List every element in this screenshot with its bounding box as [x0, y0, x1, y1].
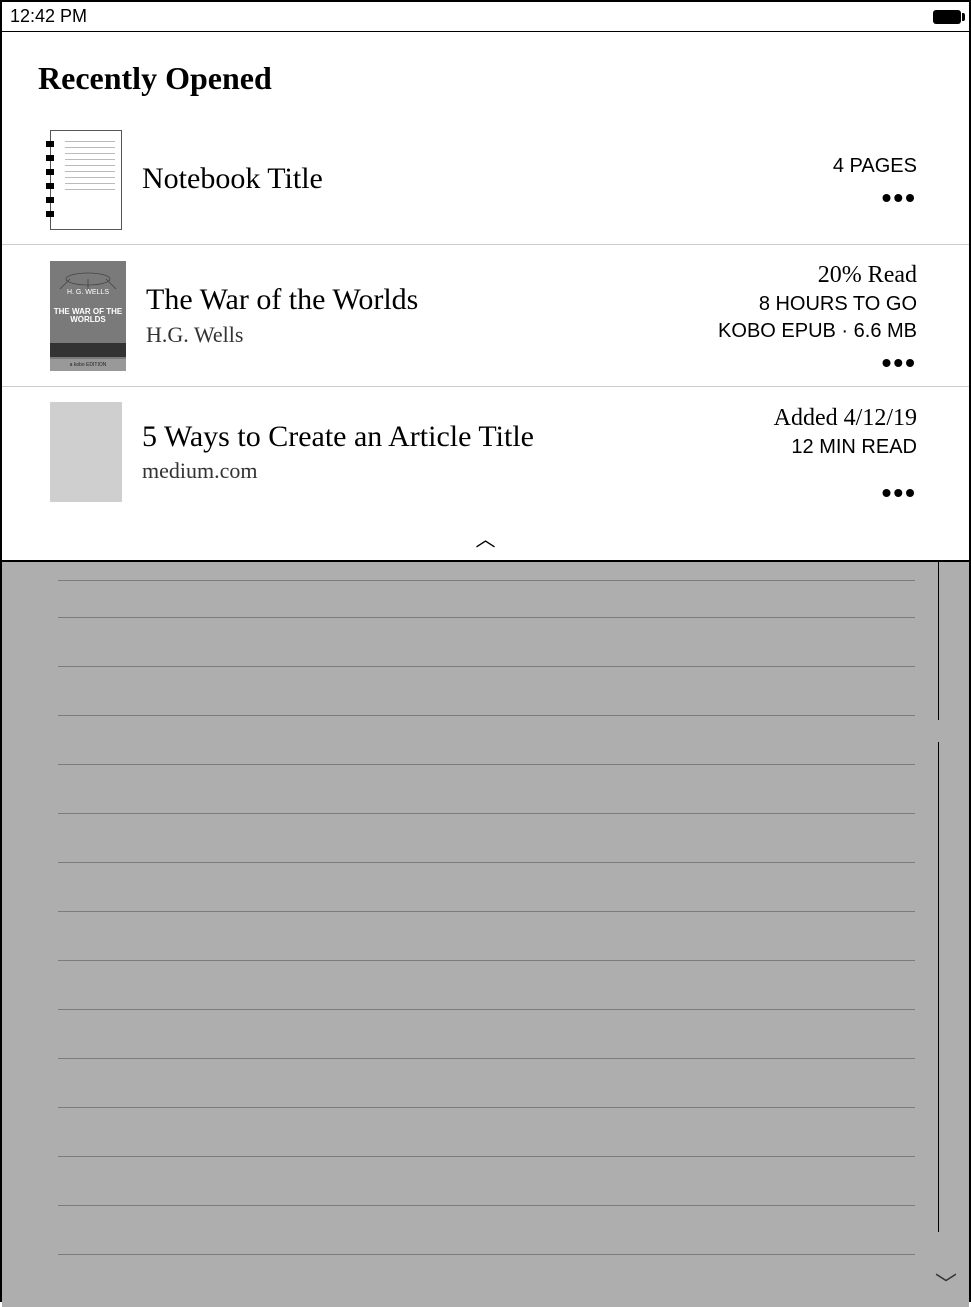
list-item-book[interactable]: H. G. WELLS THE WAR OF THE WORLDS a kobo… [2, 245, 969, 387]
more-options-icon[interactable]: ••• [713, 485, 917, 502]
item-title: The War of the Worlds [146, 283, 713, 318]
scroll-indicator [938, 742, 939, 1232]
item-meta: 20% Read 8 HOURS TO GO KOBO EPUB · 6.6 M… [713, 259, 933, 372]
item-main: 5 Ways to Create an Article Title medium… [142, 420, 713, 485]
format-size: KOBO EPUB · 6.6 MB [713, 318, 917, 345]
status-time: 12:42 PM [10, 6, 87, 27]
article-thumbnail-placeholder [50, 402, 122, 502]
cover-edition: a kobo EDITION [50, 359, 126, 371]
expand-panel-icon[interactable]: ﹀ [935, 1267, 957, 1299]
section-title: Recently Opened [2, 32, 969, 115]
scroll-indicator [938, 560, 939, 720]
cover-author: H. G. WELLS [50, 289, 126, 296]
item-main: The War of the Worlds H.G. Wells [146, 283, 713, 348]
more-options-icon[interactable]: ••• [713, 190, 917, 207]
collapse-panel-icon[interactable]: ︿ [2, 517, 969, 560]
pages-label: 4 PAGES [713, 153, 917, 180]
ruled-lines [58, 580, 915, 1307]
item-source: medium.com [142, 458, 713, 484]
notebook-canvas[interactable]: ﹀ [2, 562, 969, 1307]
book-cover-thumbnail: H. G. WELLS THE WAR OF THE WORLDS a kobo… [50, 261, 126, 371]
list-item-notebook[interactable]: Notebook Title 4 PAGES ••• [2, 115, 969, 245]
item-main: Notebook Title [142, 162, 713, 197]
recently-opened-panel: Recently Opened Notebook Title 4 PAGES •… [2, 32, 969, 562]
read-percent: 20% Read [713, 259, 917, 291]
list-item-article[interactable]: 5 Ways to Create an Article Title medium… [2, 387, 969, 517]
read-time: 12 MIN READ [713, 434, 917, 461]
item-title: Notebook Title [142, 162, 713, 197]
item-author: H.G. Wells [146, 322, 713, 348]
item-meta: 4 PAGES ••• [713, 153, 933, 207]
status-bar: 12:42 PM [2, 2, 969, 32]
notebook-thumbnail-icon [50, 130, 122, 230]
more-options-icon[interactable]: ••• [713, 355, 917, 372]
time-remaining: 8 HOURS TO GO [713, 291, 917, 318]
item-meta: Added 4/12/19 12 MIN READ ••• [713, 402, 933, 502]
added-date: Added 4/12/19 [713, 402, 917, 434]
item-title: 5 Ways to Create an Article Title [142, 420, 562, 455]
cover-title: THE WAR OF THE WORLDS [50, 308, 126, 326]
battery-icon [933, 10, 961, 24]
